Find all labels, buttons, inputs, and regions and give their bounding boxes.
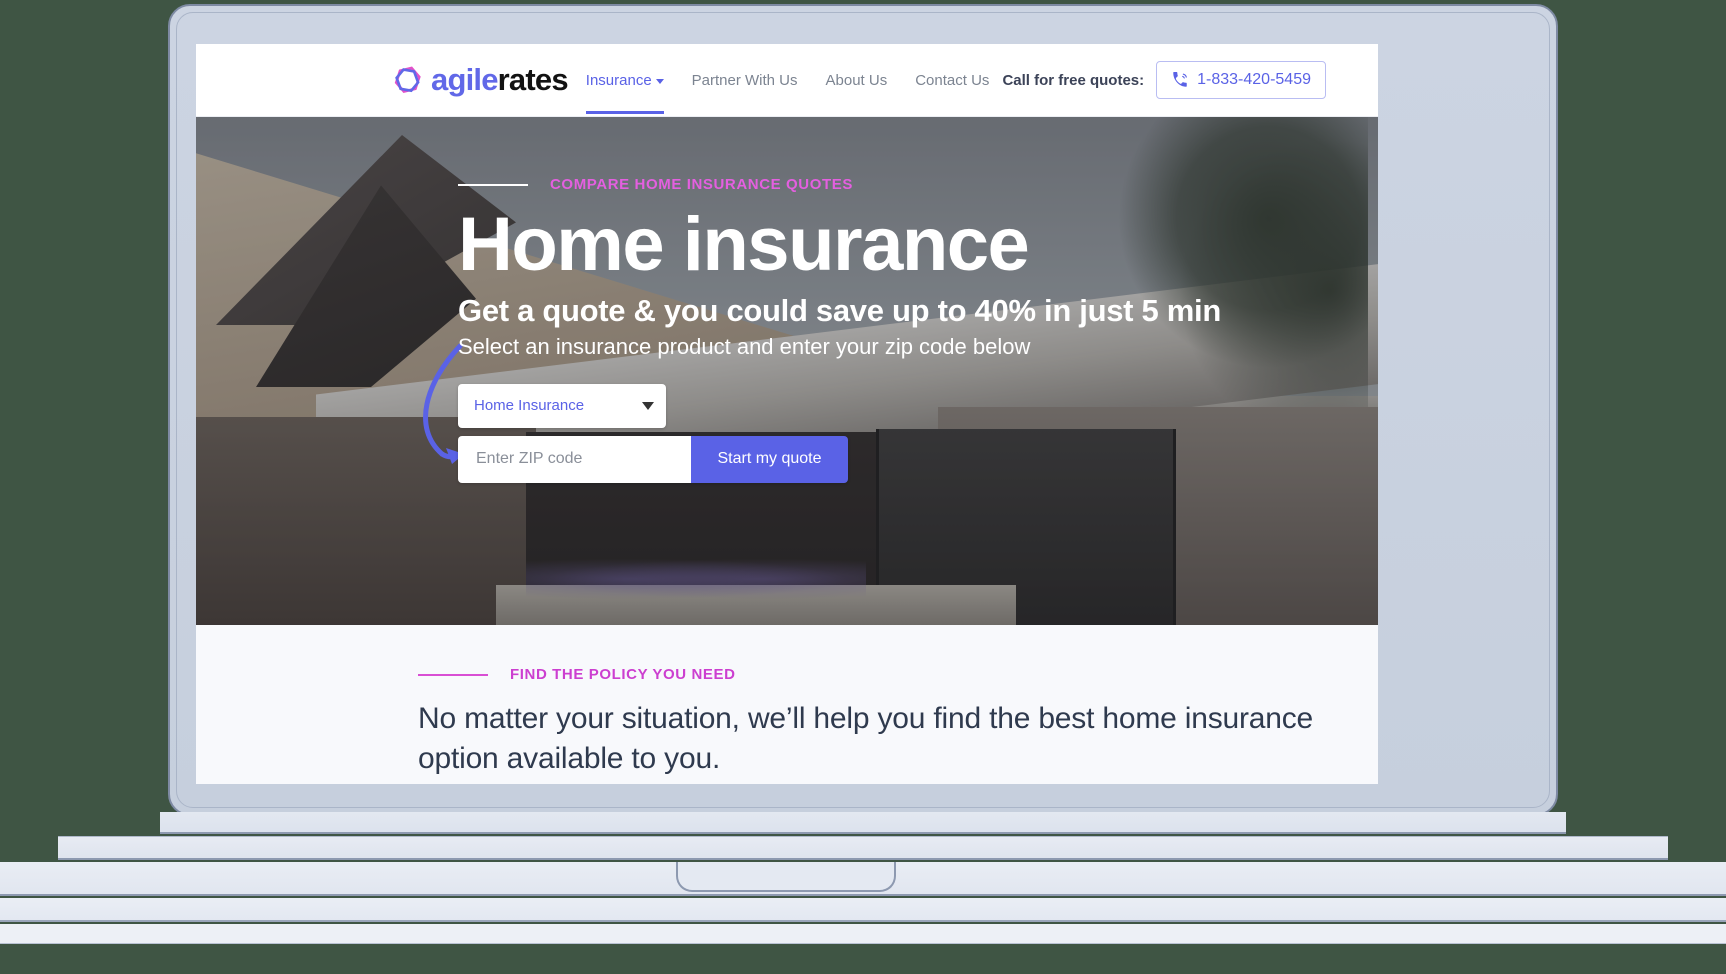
phone-number-button[interactable]: 1-833-420-5459 <box>1156 61 1326 99</box>
section-eyebrow-rule <box>418 673 488 676</box>
nav-item-about-us-label: About Us <box>825 72 888 89</box>
section-headline: No matter your situation, we’ll help you… <box>418 702 1314 775</box>
hero-section: COMPARE HOME INSURANCE QUOTES Home insur… <box>196 117 1378 625</box>
header-contact-area: Call for free quotes: 1-833-420-5459 <box>1002 61 1326 99</box>
nav-item-partner-with-us-label: Partner With Us <box>691 72 798 89</box>
brand-wordmark: agilerates <box>431 62 569 98</box>
quote-form: Home Insurance Start my quote <box>458 383 1378 483</box>
hero-title: Home insurance <box>458 202 1030 287</box>
chevron-down-icon <box>655 78 664 84</box>
browser-screen: agilerates Insurance Partner With Us Abo… <box>196 44 1378 784</box>
brand-agile-text: agile <box>431 62 498 97</box>
laptop-base-notch <box>676 862 896 892</box>
hero-eyebrow-text: COMPARE HOME INSURANCE QUOTES <box>550 176 853 193</box>
hero-eyebrow: COMPARE HOME INSURANCE QUOTES <box>458 176 1378 193</box>
laptop-base <box>0 812 1726 974</box>
policy-section: FIND THE POLICY YOU NEED No matter your … <box>196 625 1378 784</box>
nav-item-contact-us-label: Contact Us <box>915 72 990 89</box>
hero-eyebrow-rule <box>458 183 528 186</box>
nav-item-insurance[interactable]: Insurance <box>585 46 664 114</box>
screenshot-stage: agilerates Insurance Partner With Us Abo… <box>0 0 1726 974</box>
hero-content: COMPARE HOME INSURANCE QUOTES Home insur… <box>196 117 1378 483</box>
hero-subtitle: Get a quote & you could save up to 40% i… <box>458 292 1221 328</box>
brand-rates-text: rates <box>497 62 569 97</box>
insurance-product-select-value: Home Insurance <box>474 397 585 415</box>
site-header: agilerates Insurance Partner With Us Abo… <box>196 44 1378 117</box>
insurance-product-select[interactable]: Home Insurance <box>458 383 666 428</box>
main-nav: Insurance Partner With Us About Us Conta… <box>585 46 989 114</box>
section-eyebrow-text: FIND THE POLICY YOU NEED <box>510 666 736 683</box>
brand-logo[interactable]: agilerates <box>392 62 569 98</box>
hero-helper-text: Select an insurance product and enter yo… <box>458 333 1031 359</box>
phone-number-text: 1-833-420-5459 <box>1197 71 1311 88</box>
nav-item-insurance-label: Insurance <box>585 72 652 89</box>
nav-item-partner-with-us[interactable]: Partner With Us <box>692 46 798 114</box>
call-for-quotes-label: Call for free quotes: <box>1002 71 1145 89</box>
nav-item-about-us[interactable]: About Us <box>826 46 888 114</box>
zip-form-row: Start my quote <box>458 435 848 483</box>
zip-code-input[interactable] <box>458 435 691 483</box>
phone-ringing-icon <box>1173 72 1187 87</box>
chevron-down-icon <box>642 401 654 410</box>
nav-item-contact-us[interactable]: Contact Us <box>915 46 989 114</box>
agilerates-logo-icon <box>394 65 421 93</box>
section-eyebrow: FIND THE POLICY YOU NEED <box>418 666 1378 683</box>
start-my-quote-button[interactable]: Start my quote <box>691 435 848 483</box>
